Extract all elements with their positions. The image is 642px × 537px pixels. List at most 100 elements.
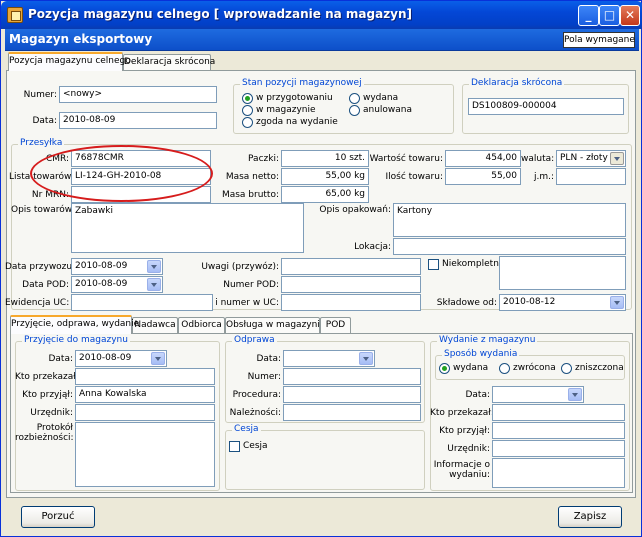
title-bar[interactable]: Pozycja magazynu celnego [ wprowadzanie … bbox=[1, 1, 642, 29]
protokol-label: Protokół bbox=[36, 423, 73, 433]
lokacja-field[interactable] bbox=[393, 238, 626, 255]
brutto-label: Masa brutto: bbox=[221, 190, 279, 200]
required-fields-button[interactable]: Pola wymagane bbox=[563, 32, 635, 48]
radio-zwrocona[interactable] bbox=[499, 363, 510, 374]
radio-w-przygotowaniu[interactable] bbox=[242, 93, 253, 104]
odprawa-legend: Odprawa bbox=[232, 335, 277, 345]
numer-uc-field[interactable] bbox=[281, 294, 421, 311]
przekazal-field[interactable] bbox=[75, 368, 215, 385]
netto-field[interactable]: 55,00 kg bbox=[281, 168, 369, 185]
data-pod-label: Data POD: bbox=[22, 280, 69, 290]
radio-zniszczona[interactable] bbox=[561, 363, 572, 374]
jm-label: j.m.: bbox=[533, 172, 554, 182]
wydanie-data-label: Data: bbox=[465, 390, 490, 400]
wartosc-field[interactable]: 454,00 bbox=[445, 150, 521, 167]
wartosc-label: Wartość towaru: bbox=[369, 154, 443, 164]
niekompletna-checkbox[interactable] bbox=[428, 259, 439, 270]
data-przywozu-label: Data przywozu: bbox=[5, 262, 76, 272]
procedura-field[interactable] bbox=[283, 386, 421, 403]
chevron-down-icon[interactable] bbox=[610, 152, 624, 165]
info-label-2: wydaniu: bbox=[449, 470, 490, 480]
odprawa-numer-label: Numer: bbox=[247, 372, 281, 382]
netto-label: Masa netto: bbox=[225, 172, 279, 182]
paczki-label: Paczki: bbox=[248, 154, 279, 164]
przyjecie-data-field[interactable]: 2010-08-09 bbox=[75, 350, 167, 367]
numer-field[interactable]: <nowy> bbox=[59, 86, 217, 103]
radio-wydana-out[interactable] bbox=[439, 363, 450, 374]
przyjecie-legend: Przyjęcie do magazynu bbox=[22, 335, 130, 345]
przyjecie-data-value: 2010-08-09 bbox=[79, 353, 132, 363]
niekompletna-notes[interactable] bbox=[499, 256, 626, 290]
opak-label: Opis opakowań: bbox=[319, 205, 391, 215]
skladowe-field[interactable]: 2010-08-12 bbox=[499, 294, 626, 311]
cesja-group: Cesja bbox=[225, 424, 425, 490]
chevron-down-icon[interactable] bbox=[147, 260, 161, 273]
radio-w-magazynie[interactable] bbox=[242, 105, 253, 116]
ilosc-label: Ilość towaru: bbox=[385, 172, 443, 182]
wydanie-legend: Wydanie z magazynu bbox=[437, 335, 538, 345]
brutto-field[interactable]: 65,00 kg bbox=[281, 186, 369, 203]
cesja-checkbox[interactable] bbox=[229, 441, 240, 452]
data-przywozu-field[interactable]: 2010-08-09 bbox=[71, 258, 163, 275]
save-button[interactable]: Zapisz bbox=[558, 506, 622, 528]
paczki-field[interactable]: 10 szt. bbox=[281, 150, 369, 167]
opis-field[interactable]: Zabawki bbox=[71, 203, 304, 253]
wydanie-data-field[interactable] bbox=[492, 386, 584, 403]
maximize-icon: □ bbox=[603, 8, 616, 22]
protokol-field[interactable] bbox=[75, 422, 215, 487]
tab-pozycja[interactable]: Pozycja magazynu celnego bbox=[8, 52, 131, 71]
data-field[interactable]: 2010-08-09 bbox=[59, 112, 217, 129]
tab-przyjecie[interactable]: Przyjęcie, odprawa, wydanie bbox=[10, 315, 139, 334]
wydanie-przyjal-label: Kto przyjął: bbox=[439, 426, 490, 436]
radio-zgoda-na-wydanie[interactable] bbox=[242, 117, 253, 128]
radio-label: zwrócona bbox=[513, 363, 556, 373]
chevron-down-icon[interactable] bbox=[568, 388, 582, 401]
ilosc-field[interactable]: 55,00 bbox=[445, 168, 521, 185]
odprawa-data-field[interactable] bbox=[283, 350, 375, 367]
urzednik-field[interactable] bbox=[75, 404, 215, 421]
data-pod-value: 2010-08-09 bbox=[75, 279, 128, 289]
wydanie-przekazal-field[interactable] bbox=[492, 404, 625, 421]
tab-pod[interactable]: POD bbox=[320, 317, 351, 334]
info-field[interactable] bbox=[492, 458, 625, 488]
maximize-button[interactable]: □ bbox=[599, 5, 620, 26]
odprawa-numer-field[interactable] bbox=[283, 368, 421, 385]
procedura-label: Procedura: bbox=[232, 390, 281, 400]
jm-field[interactable] bbox=[556, 168, 626, 185]
naleznosci-field[interactable] bbox=[283, 404, 421, 421]
uwagi-field[interactable] bbox=[281, 258, 421, 275]
waluta-select[interactable]: PLN - złoty bbox=[556, 150, 626, 167]
data-przywozu-value: 2010-08-09 bbox=[75, 261, 128, 271]
wydanie-urzednik-field[interactable] bbox=[492, 440, 625, 457]
tab-deklaracja[interactable]: Deklaracja skrócona bbox=[123, 54, 215, 71]
tab-obsluga[interactable]: Obsługa w magazynie bbox=[225, 317, 325, 334]
przyjal-field[interactable]: Anna Kowalska bbox=[75, 386, 215, 403]
minimize-button[interactable]: _ bbox=[578, 5, 599, 26]
urzednik-label: Urzędnik: bbox=[30, 408, 73, 418]
uwagi-label: Uwagi (przywóz): bbox=[201, 262, 279, 272]
skladowe-value: 2010-08-12 bbox=[503, 297, 556, 307]
chevron-down-icon[interactable] bbox=[610, 296, 624, 309]
chevron-down-icon[interactable] bbox=[359, 352, 373, 365]
info-label: Informacje o bbox=[433, 460, 490, 470]
stan-legend: Stan pozycji magazynowej bbox=[240, 78, 364, 88]
wydanie-przekazal-label: Kto przekazał: bbox=[430, 408, 494, 418]
wydanie-przyjal-field[interactable] bbox=[492, 422, 625, 439]
numer-pod-field[interactable] bbox=[281, 276, 421, 293]
deklaracja-field[interactable]: DS100809-000004 bbox=[468, 98, 624, 115]
opak-field[interactable]: Kartony bbox=[393, 203, 626, 237]
radio-anulowana[interactable] bbox=[349, 105, 360, 116]
protokol-label-2: rozbieżności: bbox=[15, 433, 74, 443]
close-button[interactable]: ✕ bbox=[620, 5, 640, 26]
chevron-down-icon[interactable] bbox=[151, 352, 165, 365]
ewidencja-field[interactable] bbox=[71, 294, 213, 311]
cancel-button[interactable]: Porzuć bbox=[21, 506, 95, 528]
bottom-tab-panel: Przyjęcie do magazynu Data: 2010-08-09 K… bbox=[10, 333, 633, 493]
radio-label: zgoda na wydanie bbox=[256, 117, 338, 127]
chevron-down-icon[interactable] bbox=[147, 278, 161, 291]
radio-wydana[interactable] bbox=[349, 93, 360, 104]
tab-odbiorca[interactable]: Odbiorca bbox=[178, 317, 225, 334]
przyjecie-data-label: Data: bbox=[48, 354, 73, 364]
minimize-icon: _ bbox=[585, 8, 592, 22]
data-pod-field[interactable]: 2010-08-09 bbox=[71, 276, 163, 293]
